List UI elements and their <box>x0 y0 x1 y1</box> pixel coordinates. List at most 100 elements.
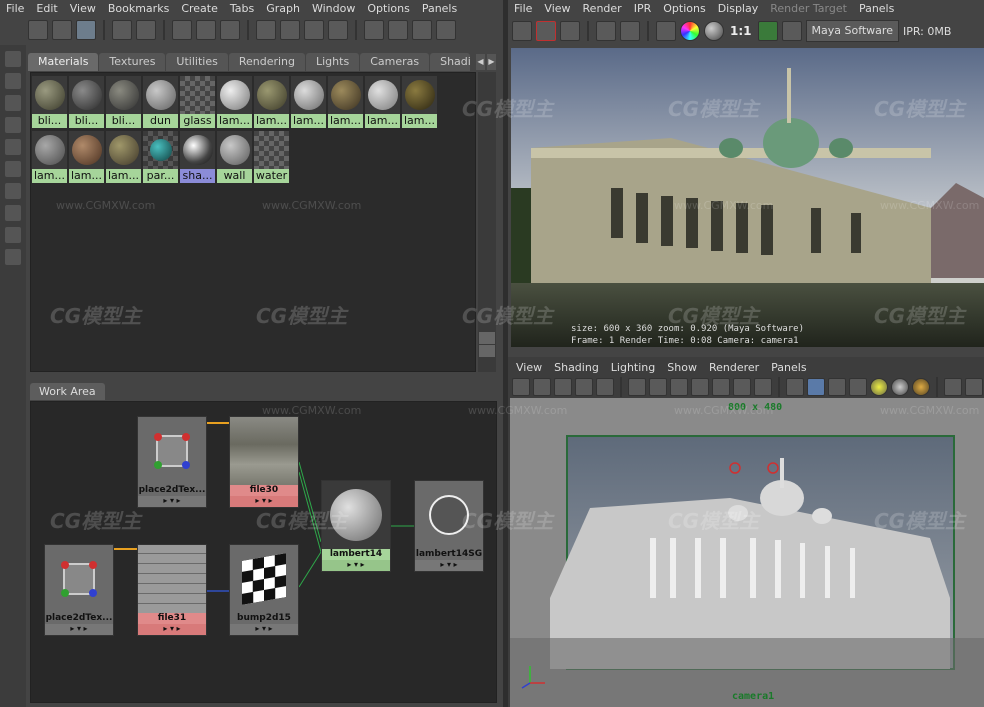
strip-tool-icon[interactable] <box>5 205 21 221</box>
menu-bookmarks[interactable]: Bookmarks <box>102 2 175 15</box>
graph-downstream-icon[interactable] <box>304 20 324 40</box>
layout-bottom-icon[interactable] <box>52 20 72 40</box>
wireframe-cube-icon[interactable] <box>786 378 804 396</box>
rv-menu-display[interactable]: Display <box>712 2 765 15</box>
scroll-down-icon[interactable] <box>479 345 495 357</box>
grid-icon[interactable] <box>596 378 614 396</box>
render-settings-icon[interactable] <box>656 21 676 41</box>
material-swatch[interactable]: lam... <box>254 76 289 128</box>
menu-view[interactable]: View <box>64 2 102 15</box>
graph-clear-icon[interactable] <box>328 20 348 40</box>
clapper-icon[interactable] <box>512 21 532 41</box>
tab-lights[interactable]: Lights <box>306 53 360 71</box>
material-swatch[interactable]: lam... <box>365 76 400 128</box>
vp-menu-show[interactable]: Show <box>661 361 703 374</box>
tab-work-area[interactable]: Work Area <box>30 383 105 400</box>
tab-utilities[interactable]: Utilities <box>166 53 228 71</box>
materials-scrollbar[interactable] <box>478 72 496 372</box>
node-file30[interactable]: file30 ▸ ▾ ▸ <box>229 416 299 508</box>
vp-menu-view[interactable]: View <box>510 361 548 374</box>
strip-tool-icon[interactable] <box>5 117 21 133</box>
material-swatch[interactable]: lam... <box>217 76 252 128</box>
menu-panels[interactable]: Panels <box>416 2 463 15</box>
ambient-occlusion-icon[interactable] <box>912 378 930 396</box>
safe-action-icon[interactable] <box>712 378 730 396</box>
tabs-scroll-right[interactable]: ▶ <box>487 54 496 70</box>
rv-menu-ipr[interactable]: IPR <box>628 2 658 15</box>
tab-rendering[interactable]: Rendering <box>228 53 305 71</box>
shadow-icon[interactable] <box>891 378 909 396</box>
layout-nodes-icon[interactable] <box>388 20 408 40</box>
menu-edit[interactable]: Edit <box>30 2 63 15</box>
refresh-icon[interactable] <box>620 21 640 41</box>
menu-create[interactable]: Create <box>175 2 224 15</box>
material-swatch[interactable]: lam... <box>328 76 363 128</box>
lock-camera-icon[interactable] <box>533 378 551 396</box>
network-icon[interactable] <box>436 20 456 40</box>
node-place2dtexture-b[interactable]: place2dTex... ▸ ▾ ▸ <box>44 544 114 636</box>
material-swatch[interactable]: lam... <box>106 131 141 183</box>
wireframe-on-shaded-icon[interactable] <box>828 378 846 396</box>
strip-tool-icon[interactable] <box>5 73 21 89</box>
material-swatch-selected[interactable]: sha... <box>180 131 215 183</box>
material-swatch[interactable]: dun <box>143 76 178 128</box>
layout-split-icon[interactable] <box>76 20 96 40</box>
renderer-dropdown[interactable]: Maya Software <box>805 20 899 42</box>
film-gate-icon[interactable] <box>628 378 646 396</box>
node-file31[interactable]: file31 ▸ ▾ ▸ <box>137 544 207 636</box>
graph-upstream-icon[interactable] <box>280 20 300 40</box>
node-place2dtexture-a[interactable]: place2dTex... ▸ ▾ ▸ <box>137 416 207 508</box>
strip-tool-icon[interactable] <box>5 183 21 199</box>
node-lambert14sg[interactable]: lambert14SG ▸ ▾ ▸ <box>414 480 484 572</box>
graph-input-icon[interactable] <box>112 20 132 40</box>
menu-window[interactable]: Window <box>306 2 361 15</box>
rv-menu-render[interactable]: Render <box>577 2 628 15</box>
clapper-icon[interactable] <box>256 20 276 40</box>
vp-menu-shading[interactable]: Shading <box>548 361 605 374</box>
vp-menu-renderer[interactable]: Renderer <box>703 361 765 374</box>
menu-graph[interactable]: Graph <box>260 2 306 15</box>
image-plane-icon[interactable] <box>575 378 593 396</box>
perspective-viewport[interactable]: 800 x 480 camera1 <box>510 398 984 707</box>
material-swatch[interactable]: glass <box>180 76 215 128</box>
safe-title-icon[interactable] <box>733 378 751 396</box>
render-region-icon[interactable] <box>536 21 556 41</box>
strip-tool-icon[interactable] <box>5 249 21 265</box>
material-swatch[interactable]: lam... <box>402 76 437 128</box>
rv-menu-options[interactable]: Options <box>657 2 711 15</box>
strip-tool-icon[interactable] <box>5 95 21 111</box>
vp-menu-lighting[interactable]: Lighting <box>605 361 661 374</box>
graph-output-icon[interactable] <box>136 20 156 40</box>
strip-tool-icon[interactable] <box>5 51 21 67</box>
keep-image-icon[interactable] <box>757 21 778 41</box>
ipr-render-icon[interactable] <box>596 21 616 41</box>
node-bump2d15[interactable]: bump2d15 ▸ ▾ ▸ <box>229 544 299 636</box>
textured-icon[interactable] <box>849 378 867 396</box>
target-icon[interactable] <box>412 20 432 40</box>
rv-menu-file[interactable]: File <box>508 2 538 15</box>
tabs-scroll-left[interactable]: ◀ <box>476 54 485 70</box>
menu-tabs[interactable]: Tabs <box>224 2 260 15</box>
scroll-up-icon[interactable] <box>479 332 495 344</box>
vp-menu-panels[interactable]: Panels <box>765 361 812 374</box>
isolate-select-icon[interactable] <box>944 378 962 396</box>
tab-cameras[interactable]: Cameras <box>360 53 430 71</box>
light-icon[interactable] <box>870 378 888 396</box>
field-chart-icon[interactable] <box>691 378 709 396</box>
material-swatch[interactable]: lam... <box>69 131 104 183</box>
bookmark-icon[interactable] <box>554 378 572 396</box>
text-icon[interactable] <box>754 378 772 396</box>
brush-icon[interactable] <box>172 20 192 40</box>
snapshot-icon[interactable] <box>560 21 580 41</box>
tab-shading-groups[interactable]: Shading Groups <box>430 53 471 71</box>
layout-top-icon[interactable] <box>28 20 48 40</box>
strip-tool-icon[interactable] <box>5 161 21 177</box>
render-view-image[interactable]: size: 600 x 360 zoom: 0.920 (Maya Softwa… <box>511 48 984 347</box>
menu-options[interactable]: Options <box>361 2 415 15</box>
color-wheel-icon[interactable] <box>680 21 700 41</box>
globe-icon[interactable] <box>220 20 240 40</box>
tab-textures[interactable]: Textures <box>99 53 166 71</box>
rv-menu-view[interactable]: View <box>538 2 576 15</box>
material-swatch[interactable]: bli... <box>32 76 67 128</box>
menu-file[interactable]: File <box>0 2 30 15</box>
